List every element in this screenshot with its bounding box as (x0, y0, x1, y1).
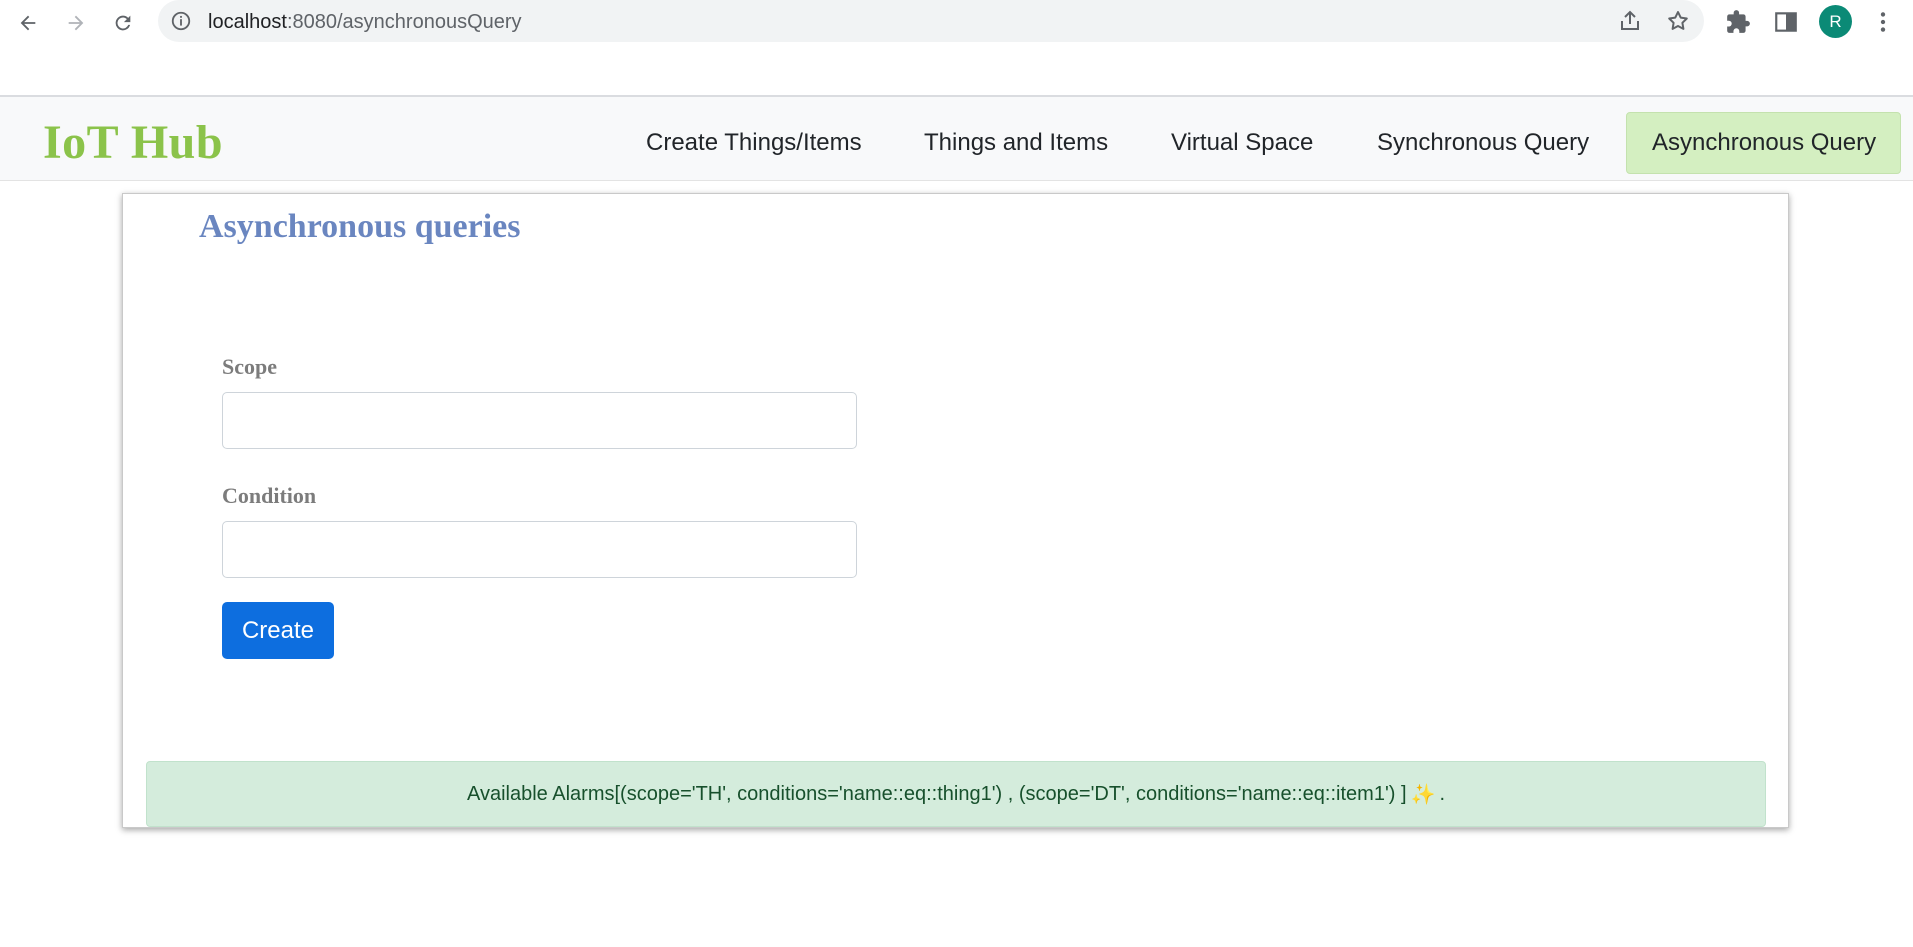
profile-avatar[interactable]: R (1819, 5, 1852, 38)
query-card: Asynchronous queries Scope Condition Cre… (122, 193, 1789, 828)
alarms-alert: Available Alarms[(scope='TH', conditions… (146, 761, 1766, 827)
address-bar[interactable]: localhost:8080/asynchronousQuery (158, 0, 1704, 42)
reload-button[interactable] (107, 7, 139, 39)
page-title: Asynchronous queries (199, 208, 521, 245)
brand-logo[interactable]: IoT Hub (43, 115, 223, 170)
url-text[interactable]: localhost:8080/asynchronousQuery (208, 11, 522, 34)
nav-synchronous-query[interactable]: Synchronous Query (1352, 112, 1614, 174)
url-host: localhost (208, 11, 287, 33)
browser-toolbar: localhost:8080/asynchronousQuery R (0, 0, 1913, 46)
app-navbar: IoT Hub Create Things/Items Things and I… (0, 97, 1913, 181)
nav-create-things-items[interactable]: Create Things/Items (621, 112, 887, 174)
nav-things-and-items[interactable]: Things and Items (899, 112, 1133, 174)
condition-label: Condition (222, 483, 317, 508)
side-panel-icon[interactable] (1773, 9, 1799, 35)
back-button[interactable] (12, 7, 44, 39)
share-icon[interactable] (1618, 9, 1642, 33)
condition-input[interactable] (222, 521, 857, 578)
bookmark-star-icon[interactable] (1666, 9, 1690, 33)
sparkle-icon: ✨ (1410, 783, 1436, 806)
nav-asynchronous-query[interactable]: Asynchronous Query (1626, 112, 1901, 174)
back-arrow-icon (20, 15, 36, 31)
alarms-text: Available Alarms[(scope='TH', conditions… (467, 782, 1407, 805)
forward-button[interactable] (60, 7, 92, 39)
nav-virtual-space[interactable]: Virtual Space (1146, 112, 1338, 174)
forward-arrow-icon (68, 15, 84, 31)
scope-label: Scope (222, 354, 277, 379)
url-path: :8080/asynchronousQuery (286, 11, 522, 33)
reload-icon (115, 15, 131, 31)
extensions-icon[interactable] (1725, 9, 1751, 35)
scope-input[interactable] (222, 392, 857, 449)
site-info-icon[interactable] (170, 10, 192, 32)
create-button[interactable]: Create (222, 602, 334, 659)
alarms-suffix: . (1439, 782, 1445, 805)
kebab-menu-icon[interactable] (1870, 9, 1896, 35)
